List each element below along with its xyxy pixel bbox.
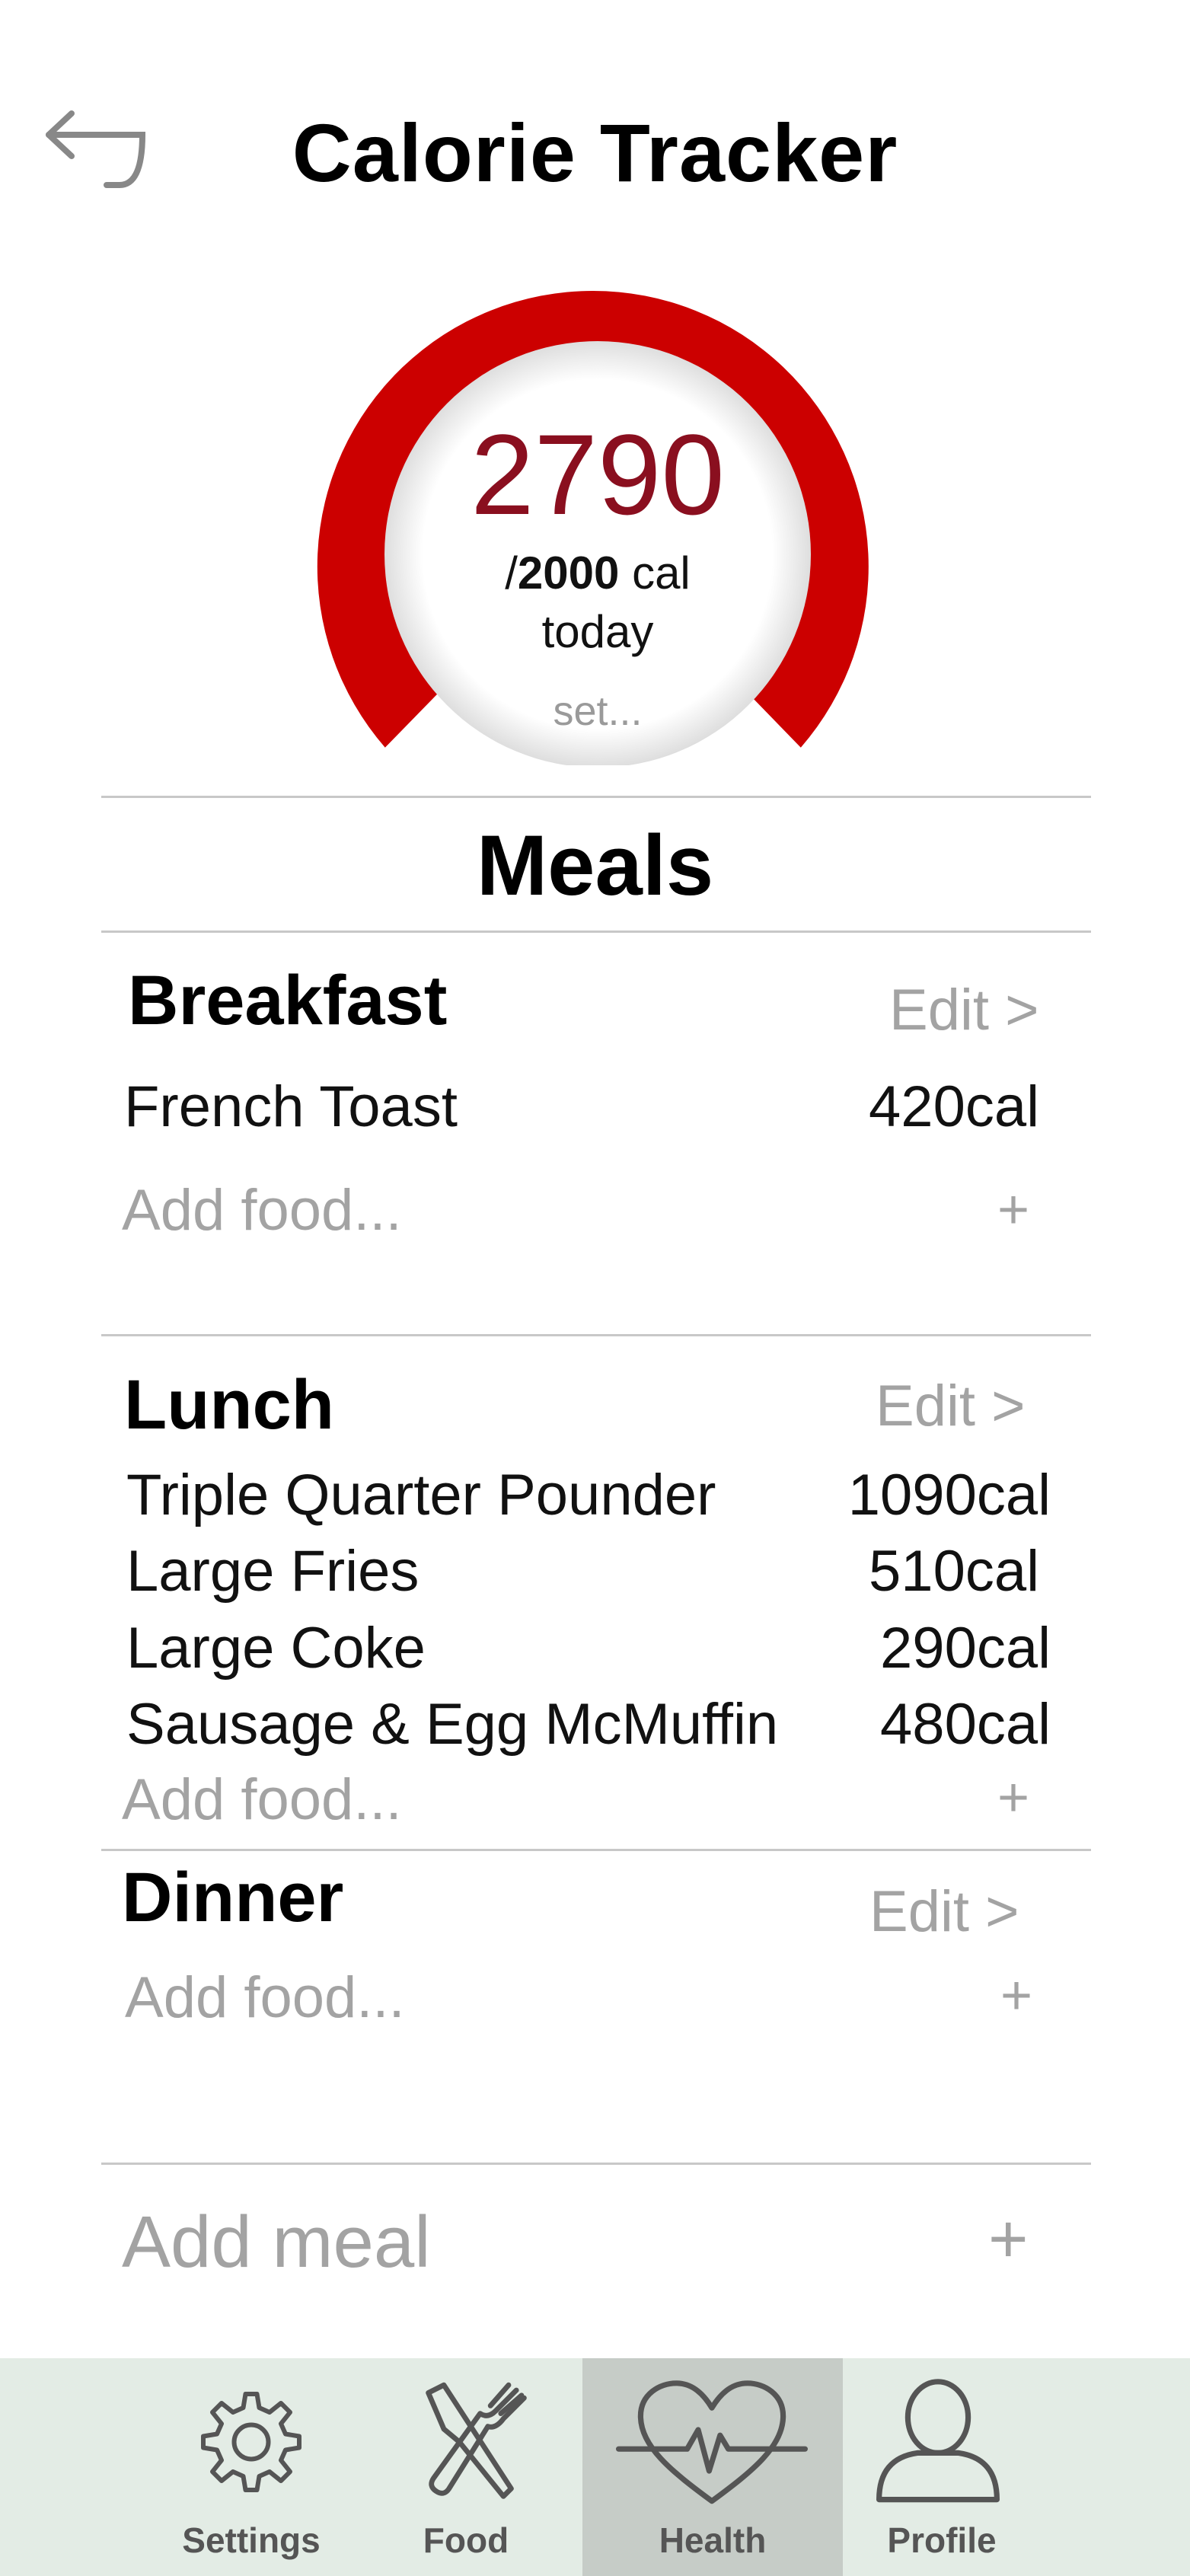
tab-label: Settings [182, 2520, 321, 2560]
tab-profile[interactable]: Profile [843, 2358, 1041, 2576]
divider [101, 930, 1091, 933]
calorie-gauge-center: 2790 /2000 cal today set... [384, 341, 811, 768]
add-food-plus-icon[interactable]: + [997, 1767, 1029, 1829]
food-item-calories: 290cal [880, 1616, 1051, 1681]
tab-label: Food [423, 2520, 509, 2560]
meal-title: Dinner [122, 1859, 344, 1936]
food-item-name: Large Fries [126, 1539, 420, 1604]
add-meal-button[interactable]: Add meal [122, 2201, 431, 2284]
add-food-plus-icon[interactable]: + [1000, 1965, 1032, 2027]
tab-food[interactable]: Food [367, 2358, 565, 2576]
add-food-plus-icon[interactable]: + [997, 1179, 1029, 1241]
gear-icon [201, 2392, 301, 2492]
calorie-gauge: 2790 /2000 cal today set... [305, 263, 891, 765]
tab-settings[interactable]: Settings [152, 2358, 350, 2576]
add-food-button[interactable]: Add food... [125, 1965, 405, 2031]
calorie-unit: cal [632, 547, 691, 599]
food-item-calories: 420cal [869, 1074, 1039, 1139]
divider [101, 1849, 1091, 1851]
food-item-name: French Toast [124, 1074, 458, 1139]
divider [101, 796, 1091, 798]
divider [101, 2163, 1091, 2165]
add-meal-plus-icon[interactable]: + [988, 2201, 1029, 2279]
tab-label: Profile [887, 2520, 997, 2560]
calorie-goal-prefix: / [505, 547, 518, 599]
calorie-period: today [541, 606, 654, 657]
meal-title: Lunch [124, 1366, 334, 1444]
food-item-name: Triple Quarter Pounder [126, 1463, 716, 1527]
edit-meal-button[interactable]: Edit > [889, 977, 1038, 1043]
fork-knife-icon [426, 2382, 527, 2499]
calorie-goal-value: 2000 [517, 547, 620, 599]
tab-label: Health [659, 2520, 767, 2560]
meals-heading: Meals [476, 818, 714, 913]
set-goal-link[interactable]: set... [384, 688, 811, 735]
edit-meal-button[interactable]: Edit > [869, 1879, 1019, 1945]
edit-meal-button[interactable]: Edit > [876, 1373, 1025, 1439]
food-item-calories: 1090cal [847, 1463, 1051, 1527]
divider [101, 1334, 1091, 1336]
calories-consumed: 2790 [471, 410, 725, 538]
add-food-button[interactable]: Add food... [122, 1767, 402, 1833]
meal-title: Breakfast [128, 962, 448, 1039]
page-title: Calorie Tracker [292, 107, 898, 199]
bottom-tab-bar: Settings Food Health Profile [0, 2358, 1190, 2576]
calorie-goal: /2000 cal [384, 547, 811, 599]
food-item-name: Sausage & Egg McMuffin [126, 1692, 779, 1757]
food-item-calories: 480cal [880, 1692, 1051, 1757]
calorie-tracker-screen: Calorie Tracker 2790 /2000 cal today set… [0, 0, 1190, 2576]
food-item-calories: 510cal [869, 1539, 1039, 1604]
tab-health[interactable]: Health [582, 2358, 843, 2576]
food-item-name: Large Coke [126, 1616, 426, 1681]
person-icon [876, 2379, 1000, 2503]
add-food-button[interactable]: Add food... [122, 1177, 402, 1243]
heart-pulse-icon [616, 2380, 808, 2504]
